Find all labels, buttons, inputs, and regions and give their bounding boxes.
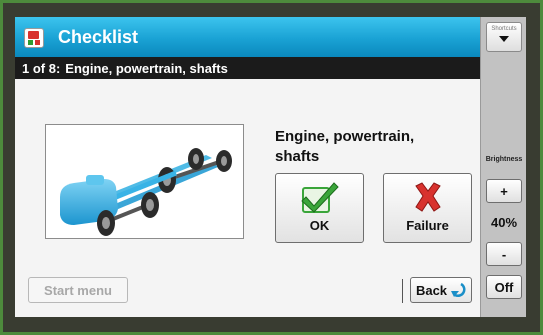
start-menu-button[interactable]: Start menu bbox=[28, 277, 128, 303]
section-name: Engine, powertrain, shafts bbox=[65, 60, 228, 76]
brightness-increase-button[interactable]: + bbox=[486, 179, 522, 203]
ok-button[interactable]: OK bbox=[275, 173, 364, 243]
failure-button[interactable]: Failure bbox=[383, 173, 472, 243]
screen: Checklist 1 of 8: Engine, powertrain, sh… bbox=[15, 17, 526, 317]
checkmark-icon bbox=[300, 182, 339, 213]
back-button[interactable]: Back bbox=[410, 277, 472, 303]
content-area: Engine, powertrain, shafts OK Failure St… bbox=[15, 79, 480, 317]
brightness-decrease-button[interactable]: - bbox=[486, 242, 522, 266]
title-bar: Checklist bbox=[15, 17, 480, 57]
screen-off-button[interactable]: Off bbox=[486, 275, 522, 299]
back-arrow-icon bbox=[451, 282, 466, 297]
checklist-app-icon bbox=[24, 28, 44, 48]
ok-label: OK bbox=[309, 218, 330, 233]
back-label: Back bbox=[415, 282, 448, 298]
chassis-image bbox=[45, 124, 244, 239]
shortcuts-button[interactable]: Shortcuts bbox=[486, 22, 522, 52]
shortcuts-label: Shortcuts bbox=[491, 26, 517, 32]
sidebar: Shortcuts Brightness + 40% - Off bbox=[480, 17, 526, 317]
section-bar: 1 of 8: Engine, powertrain, shafts bbox=[15, 57, 480, 79]
brightness-value: 40% bbox=[490, 215, 518, 230]
failure-label: Failure bbox=[406, 218, 449, 233]
chevron-down-icon bbox=[499, 36, 509, 42]
divider bbox=[402, 279, 403, 303]
x-mark-icon bbox=[414, 182, 441, 212]
section-progress: 1 of 8: bbox=[22, 60, 61, 76]
item-title: Engine, powertrain, shafts bbox=[275, 128, 415, 165]
chassis-powertrain-icon bbox=[60, 148, 232, 236]
brightness-label: Brightness bbox=[485, 156, 523, 163]
page-title: Checklist bbox=[58, 26, 139, 47]
